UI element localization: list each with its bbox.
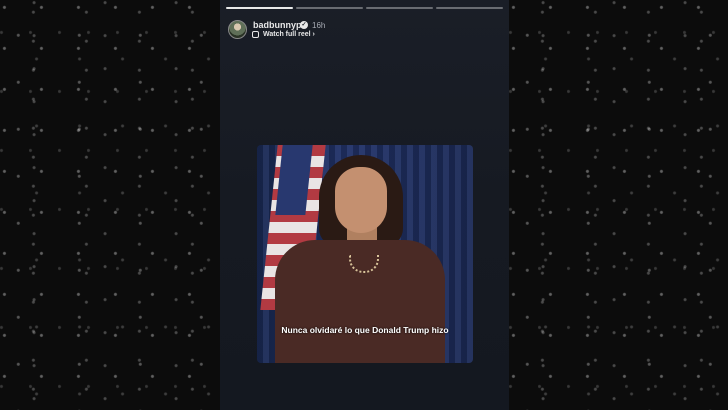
progress-segment <box>436 7 503 9</box>
progress-segment <box>366 7 433 9</box>
progress-segment <box>226 7 293 9</box>
progress-segment <box>296 7 363 9</box>
watch-full-reel-link[interactable]: Watch full reel › <box>263 31 315 38</box>
verified-badge-icon: ✓ <box>300 21 308 29</box>
reel-icon <box>252 31 259 38</box>
video-subtitle: Nunca olvidaré lo que Donald Trump hizo <box>281 325 449 335</box>
username-link[interactable]: badbunnypr <box>253 20 305 30</box>
speaker-face <box>335 167 387 233</box>
background-right <box>509 0 728 410</box>
avatar[interactable] <box>228 20 247 39</box>
background-left <box>0 0 220 410</box>
timestamp: 16h <box>312 21 326 30</box>
story-progress-bar <box>226 7 503 9</box>
